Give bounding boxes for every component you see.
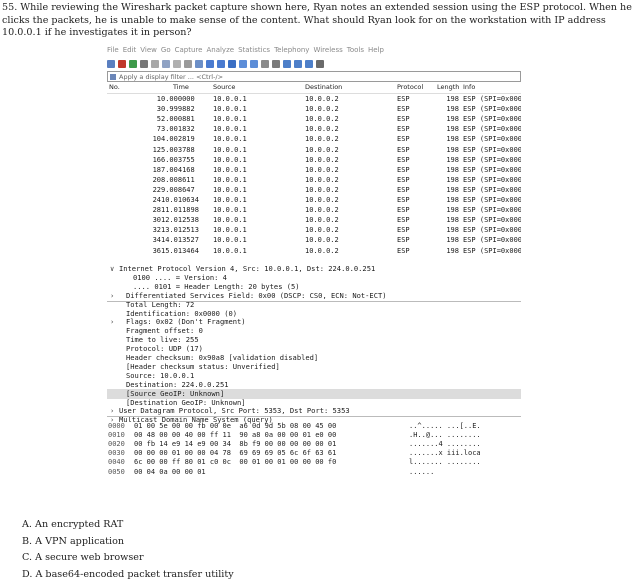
wireshark-window: File Edit View Go Capture Analyze Statistics Te… [107,46,521,511]
answer-c: C. A secure web browser [22,552,144,563]
menu-edit[interactable]: Edit [123,46,137,54]
packet-bytes: 0000 01 00 5e 00 00 fb 00 0e a6 0d 9d 5b … [107,416,521,497]
menu-bar: File Edit View Go Capture Analyze Statistics Te… [107,46,521,57]
stop-capture-icon[interactable] [118,60,126,68]
reload-icon[interactable] [184,60,192,68]
packet-details: ∨ Internet Protocol Version 4, Src: 10.0.… [107,264,521,434]
packet-row[interactable]: 36 15.013464 10.0.0.1 10.0.0.2 ESP 198 ESP (SP… [107,246,521,257]
packet-time: 15.013464 [161,246,199,255]
save-file-icon[interactable] [162,60,170,68]
packet-protocol: ESP [397,246,410,255]
go-back-icon[interactable] [206,60,214,68]
zoom-in-icon[interactable] [283,60,291,68]
zoom-reset-icon[interactable] [305,60,313,68]
column-no[interactable]: No. [109,83,120,91]
column-source[interactable]: Source [213,83,235,91]
menu-wireless[interactable]: Wireless [313,46,342,54]
hex-ascii: ...... [409,467,435,476]
menu-help[interactable]: Help [368,46,384,54]
open-file-icon[interactable] [151,60,159,68]
question-text: 55. While reviewing the Wireshark packet… [2,2,636,40]
display-filter-input[interactable]: Apply a display filter ... <Ctrl-/> [107,71,521,82]
menu-telephony[interactable]: Telephony [274,46,309,54]
toolbar [107,58,521,70]
colorize-icon[interactable] [272,60,280,68]
first-packet-icon[interactable] [239,60,247,68]
column-protocol[interactable]: Protocol [397,83,423,91]
menu-file[interactable]: File [107,46,119,54]
menu-statistics[interactable]: Statistics [238,46,270,54]
packet-source: 10.0.0.1 [213,246,247,255]
packet-destination: 10.0.0.2 [305,246,339,255]
capture-options-icon[interactable] [140,60,148,68]
answer-b: B. A VPN application [22,535,125,547]
restart-capture-icon[interactable] [129,60,137,68]
question-body: 55. While reviewing the Wireshark packet… [2,2,632,39]
bookmark-icon[interactable] [110,73,116,80]
hex-bytes: 00 04 0a 00 00 01 [134,467,206,476]
zoom-out-icon[interactable] [294,60,302,68]
find-packet-icon[interactable] [195,60,203,68]
filter-placeholder: Apply a display filter ... <Ctrl-/> [119,72,224,81]
column-time[interactable]: Time [173,83,189,91]
column-info[interactable]: Info [463,83,475,91]
shark-fin-start-icon[interactable] [107,60,115,68]
menu-capture[interactable]: Capture [175,46,203,54]
close-file-icon[interactable] [173,60,181,68]
column-length[interactable]: Length [437,83,459,91]
hex-offset: 0050 [108,467,125,476]
autoscroll-icon[interactable] [261,60,269,68]
menu-go[interactable]: Go [161,46,171,54]
menu-analyze[interactable]: Analyze [206,46,234,54]
last-packet-icon[interactable] [250,60,258,68]
packet-list-header: No. Time Source Destination Protocol Len… [107,83,521,94]
answer-a: A. An encrypted RAT [22,519,124,530]
column-destination[interactable]: Destination [305,83,342,91]
hex-row[interactable]: 0050 00 04 0a 00 00 01...... [107,467,521,477]
packet-no: 36 [152,246,161,255]
resize-columns-icon[interactable] [316,60,324,68]
menu-tools[interactable]: Tools [347,46,364,54]
packet-length: 198 [446,246,459,255]
answer-choices: A. An encrypted RAT B. A VPN application… [22,517,422,583]
go-forward-icon[interactable] [217,60,225,68]
menu-view[interactable]: View [140,46,157,54]
packet-info: ESP (SPI=0x0000000a) [463,246,521,255]
answer-d: D. A base64-encoded packet transfer util… [22,568,234,580]
go-to-packet-icon[interactable] [228,60,236,68]
